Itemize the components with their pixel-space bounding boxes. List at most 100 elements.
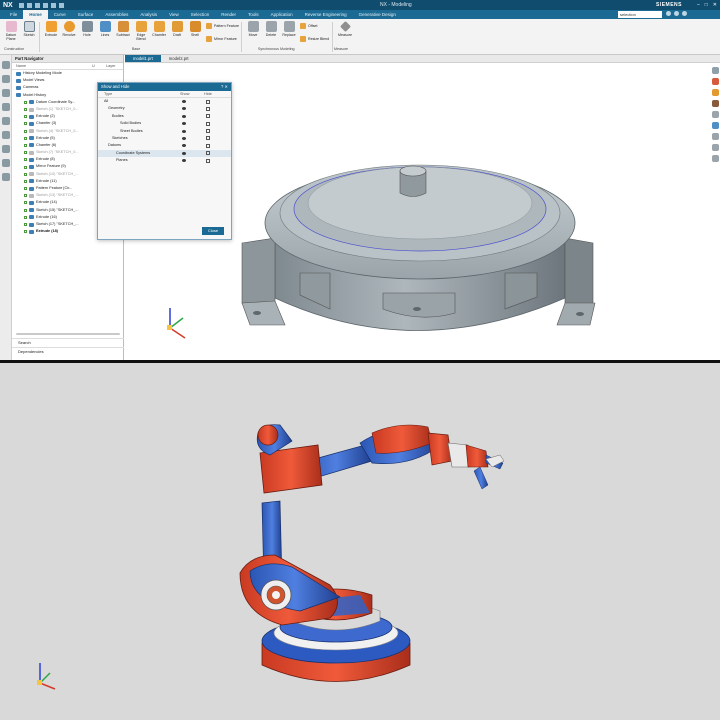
lines-button[interactable]: Lines: [96, 21, 114, 37]
dialog-row[interactable]: Coordinate Systems: [98, 149, 231, 158]
dialog-close-icon[interactable]: ? ✕: [221, 83, 228, 91]
hide-icon[interactable]: [206, 151, 210, 156]
cast-housing-part[interactable]: [241, 164, 596, 331]
checkbox-icon[interactable]: [24, 179, 27, 183]
tab-generative-design[interactable]: Generative Design: [353, 10, 402, 19]
checkbox-icon[interactable]: [24, 122, 27, 126]
chamfer-button[interactable]: Chamfer: [150, 21, 168, 37]
column-up-to-date[interactable]: U: [92, 63, 106, 69]
tab-home[interactable]: Home: [23, 10, 48, 19]
rotate-icon[interactable]: [711, 155, 719, 162]
measure-button[interactable]: Measure: [336, 21, 354, 37]
hide-icon[interactable]: [206, 136, 210, 141]
reuse-library-icon[interactable]: [1, 103, 10, 111]
delete-button[interactable]: Delete: [262, 21, 280, 37]
view-triad-icon[interactable]: [37, 663, 56, 690]
hide-icon[interactable]: [206, 114, 210, 119]
hide-icon[interactable]: [206, 106, 210, 111]
dialog-row[interactable]: Sketches: [98, 135, 231, 142]
show-eye-icon[interactable]: [182, 107, 186, 111]
tab-view[interactable]: View: [163, 10, 185, 19]
shell-button[interactable]: Shell: [186, 21, 204, 37]
move-button[interactable]: Move: [244, 21, 262, 37]
maximize-button[interactable]: □: [705, 2, 708, 8]
settings-icon[interactable]: [674, 11, 679, 16]
close-button[interactable]: ✕: [713, 2, 717, 8]
tab-curve[interactable]: Curve: [48, 10, 72, 19]
process-studio-icon[interactable]: [1, 159, 10, 167]
tab-tools[interactable]: Tools: [242, 10, 265, 19]
cut-icon[interactable]: [42, 2, 48, 8]
close-dialog-button[interactable]: Close: [202, 227, 224, 235]
checkbox-icon[interactable]: [24, 165, 27, 169]
robot-arm-model[interactable]: [239, 424, 505, 682]
subtract-button[interactable]: Subtract: [114, 21, 132, 37]
replace-button[interactable]: Replace: [280, 21, 298, 37]
show-eye-icon[interactable]: [182, 151, 186, 155]
dialog-row[interactable]: Datums: [98, 142, 231, 149]
dependencies-panel-toggle[interactable]: Dependencies: [12, 347, 124, 355]
search-panel-toggle[interactable]: Search: [12, 338, 124, 346]
checkbox-icon[interactable]: [24, 201, 27, 205]
extrude-button[interactable]: Extrude: [42, 21, 60, 37]
sketch-button[interactable]: Sketch: [20, 21, 38, 37]
draft-button[interactable]: Draft: [168, 21, 186, 37]
mirror-feature-button[interactable]: Mirror Feature: [206, 36, 237, 42]
part-navigator-icon[interactable]: [1, 61, 10, 69]
checkbox-icon[interactable]: [24, 172, 27, 176]
hide-icon[interactable]: [206, 99, 210, 104]
minimize-button[interactable]: –: [697, 2, 700, 8]
hole-button[interactable]: Hole: [78, 21, 96, 37]
show-eye-icon[interactable]: [182, 129, 186, 133]
navigator-row[interactable]: History Modeling Mode: [12, 70, 123, 77]
tab-file[interactable]: File: [4, 10, 23, 19]
hide-icon[interactable]: [206, 129, 210, 134]
dialog-row[interactable]: Solid Bodies: [98, 120, 231, 127]
dialog-row[interactable]: Bodies: [98, 113, 231, 120]
show-eye-icon[interactable]: [182, 159, 186, 163]
save-icon[interactable]: [18, 2, 24, 8]
revolve-button[interactable]: Revolve: [60, 21, 78, 37]
column-name[interactable]: Name: [16, 63, 92, 69]
horizontal-scrollbar[interactable]: [16, 333, 120, 335]
edge-blend-button[interactable]: Edge Blend: [132, 21, 150, 41]
paste-icon[interactable]: [58, 2, 64, 8]
shaded-icon[interactable]: [711, 89, 719, 96]
checkbox-icon[interactable]: [24, 208, 27, 212]
checkbox-icon[interactable]: [24, 100, 27, 104]
fit-view-icon[interactable]: [711, 67, 719, 74]
tab-analysis[interactable]: Analysis: [134, 10, 163, 19]
system-materials-icon[interactable]: [1, 173, 10, 181]
tab-render[interactable]: Render: [215, 10, 242, 19]
roles-icon[interactable]: [1, 131, 10, 139]
robot-arm-view[interactable]: [0, 363, 720, 720]
zoom-icon[interactable]: [711, 133, 719, 140]
show-eye-icon[interactable]: [182, 136, 186, 140]
web-browser-icon[interactable]: [1, 145, 10, 153]
orient-view-icon[interactable]: [711, 111, 719, 118]
view-triad-icon[interactable]: [167, 308, 186, 339]
checkbox-icon[interactable]: [24, 143, 27, 147]
dialog-row[interactable]: Planes: [98, 157, 231, 164]
dialog-row[interactable]: Sheet Bodies: [98, 128, 231, 135]
show-eye-icon[interactable]: [182, 144, 186, 148]
column-layer[interactable]: Layer: [106, 63, 116, 69]
tab-application[interactable]: Application: [265, 10, 299, 19]
dialog-row[interactable]: Geometry: [98, 105, 231, 112]
checkbox-icon[interactable]: [24, 215, 27, 219]
redo-icon[interactable]: [34, 2, 40, 8]
constraint-navigator-icon[interactable]: [1, 89, 10, 97]
assembly-navigator-icon[interactable]: [1, 75, 10, 83]
tab-model1[interactable]: model1.prt: [125, 55, 161, 62]
help-icon[interactable]: [666, 11, 671, 16]
checkbox-icon[interactable]: [24, 158, 27, 162]
checkbox-icon[interactable]: [24, 151, 27, 155]
tab-model2[interactable]: model2.prt: [161, 55, 197, 62]
show-eye-icon[interactable]: [182, 122, 186, 126]
checkbox-icon[interactable]: [24, 136, 27, 140]
offset-button[interactable]: Offset: [300, 23, 318, 29]
checkbox-icon[interactable]: [24, 108, 27, 112]
pattern-feature-button[interactable]: Pattern Feature: [206, 23, 239, 29]
datum-plane-button[interactable]: Datum Plane: [2, 21, 20, 41]
dialog-row[interactable]: All: [98, 98, 231, 105]
